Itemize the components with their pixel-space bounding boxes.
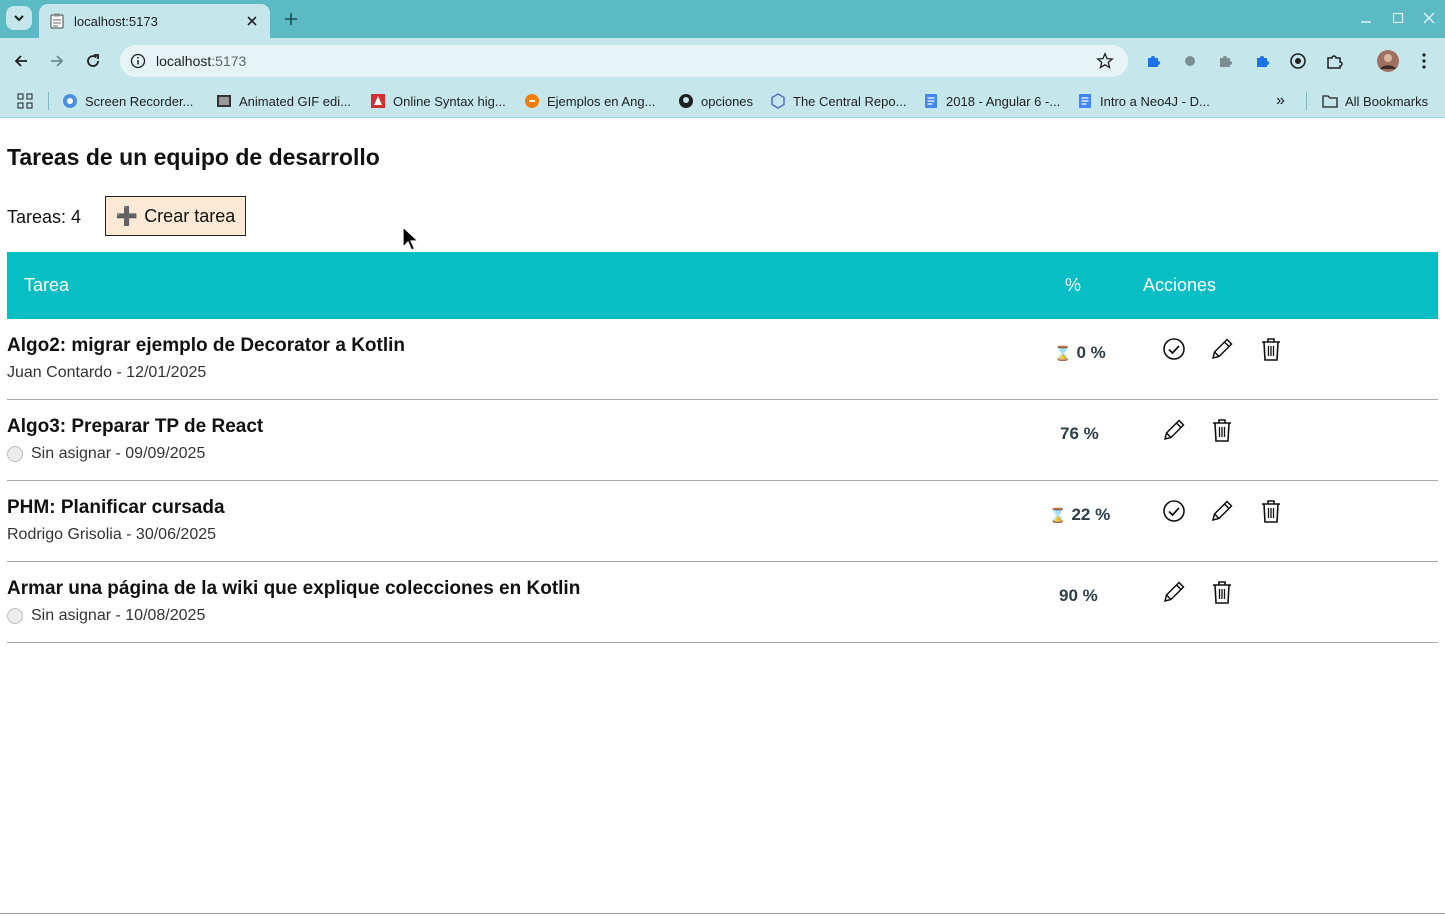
hourglass-icon: ⌛ [1054, 344, 1072, 361]
task-title: Algo3: Preparar TP de React [7, 416, 264, 437]
central-repo-icon [770, 93, 786, 109]
edit-task-icon[interactable] [1160, 416, 1188, 444]
bookmark-item[interactable]: 2018 - Angular 6 -... [923, 90, 1060, 112]
syntax-highlighter-icon [370, 93, 386, 109]
close-tab-icon[interactable] [244, 13, 260, 29]
delete-task-icon[interactable] [1208, 578, 1236, 606]
table-row: Algo2: migrar ejemplo de Decorator a Kot… [7, 319, 1438, 400]
edit-task-icon[interactable] [1160, 578, 1188, 606]
apps-grid-icon[interactable] [17, 90, 33, 112]
clipboard-icon [49, 13, 65, 29]
bottom-divider [0, 913, 1445, 914]
tab-title: localhost:5173 [74, 13, 158, 29]
angular-examples-icon [524, 93, 540, 109]
all-bookmarks-button[interactable]: All Bookmarks [1322, 90, 1428, 112]
complete-task-icon[interactable] [1160, 497, 1188, 525]
puzzle-extension-icon[interactable] [1143, 51, 1163, 71]
table-row: Armar una página de la wiki que explique… [7, 562, 1438, 643]
create-task-button[interactable]: ➕ Crear tarea [105, 196, 246, 236]
delete-task-icon[interactable] [1257, 335, 1285, 363]
task-percent: 76 % [1060, 424, 1099, 443]
task-title: PHM: Planificar cursada [7, 497, 225, 518]
column-header-actions: Acciones [1143, 275, 1217, 295]
gif-editor-icon [216, 93, 232, 109]
bookmark-item[interactable]: Animated GIF edi... [216, 90, 351, 112]
task-title: Algo2: migrar ejemplo de Decorator a Kot… [7, 335, 406, 356]
task-subtitle: Rodrigo Grisolia - 30/06/2025 [7, 526, 217, 543]
more-bookmarks-button[interactable]: » [1276, 90, 1285, 112]
folder-icon [1322, 93, 1338, 109]
task-count: Tareas: 4 [7, 207, 82, 227]
bookmarks-divider [48, 92, 49, 110]
docs-icon [1077, 93, 1093, 109]
bookmark-item[interactable]: Intro a Neo4J - D... [1077, 90, 1210, 112]
bookmarks-divider [1306, 92, 1307, 110]
create-task-label: Crear tarea [144, 205, 236, 226]
task-subtitle: Sin asignar - 09/09/2025 [7, 445, 205, 463]
minimize-icon[interactable] [1358, 10, 1374, 26]
tab-search-button[interactable] [6, 6, 32, 30]
maximize-icon[interactable] [1390, 10, 1406, 26]
site-info-icon[interactable] [128, 51, 148, 71]
bookmark-star-icon[interactable] [1096, 52, 1114, 70]
browser-toolbar: localhost:5173 [0, 38, 1445, 84]
edit-task-icon[interactable] [1208, 497, 1236, 525]
puzzle-blue-extension-icon[interactable] [1252, 51, 1272, 71]
hourglass-icon: ⌛ [1049, 506, 1067, 523]
url-text: localhost:5173 [156, 53, 247, 69]
app-page: Tareas de un equipo de desarrollo Tareas… [0, 119, 1445, 916]
unassigned-dot-icon [7, 608, 23, 624]
delete-task-icon[interactable] [1208, 416, 1236, 444]
bookmark-item[interactable]: Online Syntax hig... [370, 90, 506, 112]
back-arrow-icon[interactable] [9, 49, 33, 73]
delete-task-icon[interactable] [1257, 497, 1285, 525]
column-header-percent: % [1065, 275, 1082, 295]
plus-icon: ➕ [115, 205, 139, 226]
reload-icon[interactable] [81, 49, 105, 73]
extensions-menu-icon[interactable] [1324, 51, 1344, 71]
table-row: Algo3: Preparar TP de React Sin asignar … [7, 400, 1438, 481]
table-header: Tarea % Acciones [7, 252, 1438, 319]
new-tab-icon[interactable] [280, 8, 302, 30]
close-window-icon[interactable] [1421, 10, 1437, 26]
docs-icon [923, 93, 939, 109]
github-icon [678, 93, 694, 109]
task-title: Armar una página de la wiki que explique… [7, 578, 581, 599]
tab-strip: localhost:5173 [0, 0, 1445, 38]
mouse-cursor-icon [402, 226, 420, 251]
security-extension-icon[interactable] [1288, 51, 1308, 71]
chevron-down-icon [14, 15, 24, 22]
task-percent: ⌛ 0 % [1054, 343, 1106, 362]
bookmarks-bar: Screen Recorder... Animated GIF edi... O… [0, 84, 1445, 118]
bookmark-item[interactable]: Ejemplos en Ang... [524, 90, 655, 112]
task-subtitle: Juan Contardo - 12/01/2025 [7, 364, 207, 381]
forward-arrow-icon[interactable] [45, 49, 69, 73]
table-row: PHM: Planificar cursada Rodrigo Grisolia… [7, 481, 1438, 562]
bookmark-item[interactable]: The Central Repo... [770, 90, 906, 112]
task-percent: ⌛ 22 % [1049, 505, 1111, 524]
column-header-task: Tarea [24, 275, 70, 295]
page-title: Tareas de un equipo de desarrollo [7, 144, 380, 170]
bookmark-item[interactable]: Screen Recorder... [62, 90, 193, 112]
kebab-menu-icon[interactable] [1414, 51, 1434, 71]
edit-task-icon[interactable] [1208, 335, 1236, 363]
bookmark-item[interactable]: opciones [678, 90, 753, 112]
record-extension-icon[interactable] [1180, 51, 1200, 71]
address-bar[interactable]: localhost:5173 [120, 45, 1128, 77]
task-percent: 90 % [1059, 586, 1098, 605]
screen-recorder-icon [62, 93, 78, 109]
complete-task-icon[interactable] [1160, 335, 1188, 363]
unassigned-dot-icon [7, 446, 23, 462]
task-subtitle: Sin asignar - 10/08/2025 [7, 607, 205, 625]
puzzle-gray-extension-icon[interactable] [1215, 51, 1235, 71]
profile-avatar[interactable] [1377, 50, 1399, 72]
browser-tab[interactable]: localhost:5173 [39, 4, 270, 38]
